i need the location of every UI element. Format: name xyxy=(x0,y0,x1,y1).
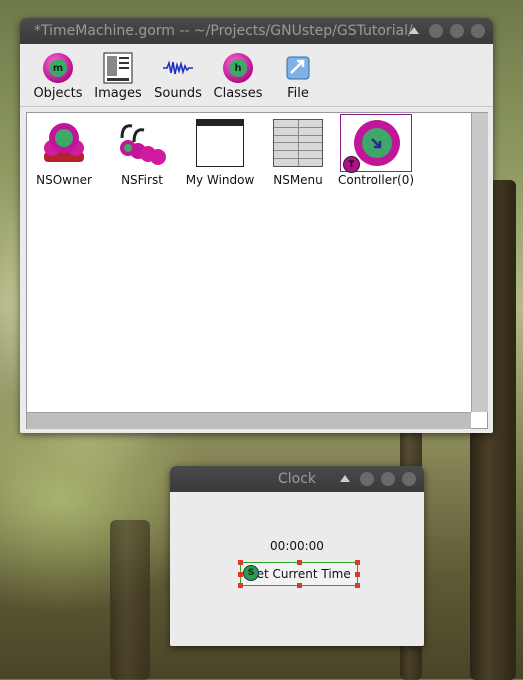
object-nsowner[interactable]: NSOwner xyxy=(27,113,101,187)
nsowner-icon xyxy=(29,115,99,171)
toolbar-label: File xyxy=(287,86,309,101)
window-title: *TimeMachine.gorm -- ~/Projects/GNUstep/… xyxy=(34,23,413,39)
toolbar-label: Classes xyxy=(213,86,263,101)
controller-icon: T xyxy=(340,114,412,173)
time-label: 00:00:00 xyxy=(270,539,324,553)
resize-handle[interactable] xyxy=(355,572,360,577)
horizontal-scrollbar[interactable] xyxy=(27,412,471,429)
maximize-button[interactable] xyxy=(381,472,395,486)
file-icon xyxy=(282,52,314,84)
sounds-icon xyxy=(162,52,194,84)
object-nsfirst[interactable]: NSFirst xyxy=(105,113,179,187)
toolbar-label: Objects xyxy=(33,86,83,101)
toolbar-sounds[interactable]: Sounds xyxy=(148,52,208,106)
minimize-button[interactable] xyxy=(429,24,443,38)
close-button[interactable] xyxy=(471,24,485,38)
resize-handle[interactable] xyxy=(238,583,243,588)
clock-content: 00:00:00 Get Current Time S xyxy=(170,492,424,642)
clock-window: Clock 00:00:00 Get Current Time S xyxy=(170,466,424,646)
get-current-time-button[interactable]: Get Current Time S xyxy=(238,560,360,588)
object-label: NSOwner xyxy=(36,173,92,187)
resize-handle[interactable] xyxy=(297,560,302,565)
nsfirst-icon xyxy=(107,115,177,171)
menu-icon xyxy=(263,115,333,171)
close-button[interactable] xyxy=(402,472,416,486)
gorm-window-titlebar[interactable]: *TimeMachine.gorm -- ~/Projects/GNUstep/… xyxy=(20,18,493,44)
toolbar-classes[interactable]: h Classes xyxy=(208,52,268,106)
shade-icon[interactable] xyxy=(409,26,419,34)
document-toolbar: m Objects Images Sounds h Classes File xyxy=(20,44,493,107)
object-nsmenu[interactable]: NSMenu xyxy=(261,113,335,187)
tree-trunk xyxy=(110,520,150,680)
toolbar-label: Images xyxy=(94,86,142,101)
clock-window-titlebar[interactable]: Clock xyxy=(170,466,424,492)
gorm-document-window: *TimeMachine.gorm -- ~/Projects/GNUstep/… xyxy=(20,18,493,433)
object-label: My Window xyxy=(185,173,255,187)
class-badge: T xyxy=(343,156,360,173)
object-label: Controller(0) xyxy=(337,173,415,187)
vertical-scrollbar[interactable] xyxy=(471,113,488,412)
object-controller[interactable]: T Controller(0) xyxy=(337,113,415,187)
maximize-button[interactable] xyxy=(450,24,464,38)
toolbar-images[interactable]: Images xyxy=(88,52,148,106)
images-icon xyxy=(102,52,134,84)
object-label: NSMenu xyxy=(273,173,323,187)
toolbar-label: Sounds xyxy=(154,86,202,101)
window-icon xyxy=(185,115,255,171)
shade-icon[interactable] xyxy=(340,474,350,482)
minimize-button[interactable] xyxy=(360,472,374,486)
objects-panel: NSOwner NSFirst My Window NSMenu T Contr… xyxy=(26,112,488,429)
object-label: NSFirst xyxy=(121,173,163,187)
objects-icon: m xyxy=(42,52,74,84)
resize-handle[interactable] xyxy=(355,583,360,588)
sender-badge: S xyxy=(243,565,259,581)
toolbar-objects[interactable]: m Objects xyxy=(28,52,88,106)
object-my-window[interactable]: My Window xyxy=(183,113,257,187)
resize-handle[interactable] xyxy=(238,560,243,565)
resize-handle[interactable] xyxy=(238,572,243,577)
toolbar-file[interactable]: File xyxy=(268,52,328,106)
classes-icon: h xyxy=(222,52,254,84)
resize-handle[interactable] xyxy=(297,583,302,588)
button-label: Get Current Time xyxy=(247,567,351,581)
resize-handle[interactable] xyxy=(355,560,360,565)
